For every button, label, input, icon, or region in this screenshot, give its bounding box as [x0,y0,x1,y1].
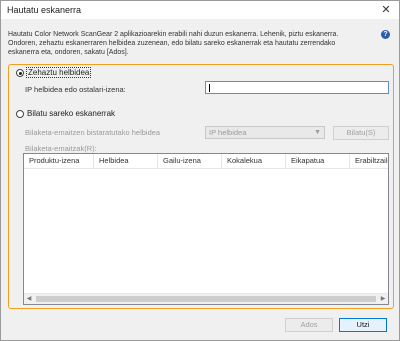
scrollbar-thumb[interactable] [36,296,376,302]
address-type-select[interactable]: IP helbidea ▼ [205,126,325,139]
column-header-product-name[interactable]: Produktu-izena [24,154,94,168]
column-header-extension[interactable]: Eikapatua [286,154,350,168]
horizontal-scrollbar[interactable]: ◀ ▶ [24,293,388,304]
ip-address-input[interactable] [205,81,389,94]
ip-address-label: IP helbidea edo ostalari-izena: [25,85,126,94]
ok-button[interactable]: Ados [285,318,333,332]
close-icon[interactable]: ✕ [379,3,393,17]
column-header-address[interactable]: Helbidea [94,154,158,168]
column-header-location[interactable]: Kokalekua [222,154,286,168]
dialog-title: Hautatu eskanerra [7,5,82,15]
search-scanners-option[interactable]: Bilatu sareko eskanerrak [16,109,115,118]
chevron-down-icon: ▼ [314,129,321,136]
column-header-device-name[interactable]: Gailu-izena [158,154,222,168]
text-caret [209,84,210,92]
search-results-label: Bilaketa-emaitzak(R): [25,144,97,153]
search-results-table[interactable]: Produktu-izena Helbidea Gailu-izena Koka… [23,153,389,305]
address-display-label: Bilaketa-emaitzen bistaratutako helbidea [25,128,161,137]
scroll-right-icon[interactable]: ▶ [378,294,388,304]
scanner-select-dialog: Hautatu eskanerra ✕ Hautatu Color Networ… [0,0,400,341]
search-button[interactable]: Bilatu(S) [333,126,389,140]
specify-address-label[interactable]: Zehaztu helbidea [25,67,92,78]
help-icon[interactable]: ? [381,30,390,39]
title-bar: Hautatu eskanerra ✕ [1,1,399,19]
cancel-button[interactable]: Utzi [339,318,387,332]
search-scanners-label[interactable]: Bilatu sareko eskanerrak [27,109,115,118]
address-type-value: IP helbidea [209,128,247,137]
dialog-description: Hautatu Color Network ScanGear 2 aplikaz… [8,31,339,56]
column-header-user[interactable]: Erabiltzailea [350,154,388,168]
specify-address-option[interactable]: Zehaztu helbidea [16,67,92,78]
scroll-left-icon[interactable]: ◀ [24,294,34,304]
specify-address-radio[interactable] [16,68,24,77]
table-header: Produktu-izena Helbidea Gailu-izena Koka… [24,154,388,169]
search-scanners-radio[interactable] [16,109,24,118]
